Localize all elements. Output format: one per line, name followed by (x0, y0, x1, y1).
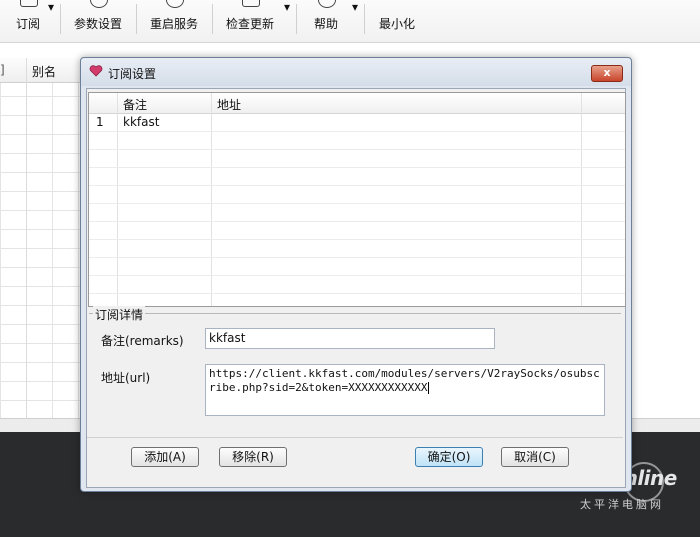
remark-label: 备注(remarks) (101, 334, 184, 348)
help-dropdown-icon[interactable]: ▾ (352, 0, 358, 40)
dialog-title: 订阅设置 (108, 67, 157, 81)
row-divider (89, 275, 625, 276)
toolbar-divider (296, 4, 297, 34)
close-button[interactable]: x (591, 65, 623, 82)
url-field[interactable]: https://client.kkfast.com/modules/server… (205, 364, 605, 416)
minimize-label: 最小化 (378, 17, 415, 31)
help-label: 帮助 (313, 17, 338, 31)
row-divider (89, 131, 625, 132)
row-divider (89, 293, 625, 294)
restart-service-button[interactable]: 重启服务 (146, 0, 202, 40)
main-toolbar: 订阅 ▾ 参数设置 重启服务 检查更新 ▾ 帮助 ▾ 最小化 (0, 0, 700, 43)
settings-button[interactable]: 参数设置 (70, 0, 126, 40)
row-divider (89, 239, 625, 240)
subscribe-button[interactable]: 订阅 (6, 0, 50, 40)
subscription-settings-dialog: 订阅设置 x 备注 地址 1 kkfast 订阅详情 备注(remarks) k… (80, 57, 632, 492)
dialog-titlebar[interactable]: 订阅设置 x (81, 58, 631, 86)
row-remark: kkfast (123, 115, 160, 129)
heart-app-icon (89, 65, 103, 77)
column-alias: 别名 (32, 65, 57, 79)
subscription-list[interactable]: 备注 地址 1 kkfast (88, 92, 626, 307)
help-button[interactable]: 帮助 (304, 0, 348, 40)
group-title: 订阅详情 (93, 306, 146, 323)
server-list[interactable] (0, 58, 82, 418)
column-edge-mark: ] (0, 63, 5, 77)
ok-button[interactable]: 确定(O) (415, 447, 483, 467)
remark-field[interactable]: kkfast (205, 328, 495, 349)
server-list-header: ] 别名 (0, 58, 82, 83)
minimize-button[interactable]: 最小化 (372, 0, 422, 40)
check-update-button[interactable]: 检查更新 (222, 0, 278, 40)
check-update-dropdown-icon[interactable]: ▾ (284, 0, 290, 40)
gear-icon (90, 0, 108, 8)
toolbar-divider (136, 4, 137, 34)
subscribe-dropdown-icon[interactable]: ▾ (48, 0, 54, 40)
row-divider (89, 167, 625, 168)
url-value: https://client.kkfast.com/modules/server… (209, 367, 600, 394)
refresh-icon (166, 0, 184, 8)
footer-divider (87, 437, 623, 438)
download-icon (242, 0, 260, 7)
restart-service-label: 重启服务 (149, 17, 198, 31)
column-address[interactable]: 地址 (217, 96, 241, 113)
dialog-body: 备注 地址 1 kkfast 订阅详情 备注(remarks) kkfast 地… (86, 88, 626, 488)
column-remark[interactable]: 备注 (123, 96, 147, 113)
toolbar-divider (212, 4, 213, 34)
check-update-label: 检查更新 (225, 17, 274, 31)
add-button[interactable]: 添加(A) (131, 447, 199, 467)
row-divider (89, 203, 625, 204)
toolbar-divider (364, 4, 365, 34)
row-index: 1 (96, 115, 104, 129)
row-divider (89, 221, 625, 222)
bookmark-icon (20, 0, 38, 7)
server-list-right-area (630, 58, 700, 418)
subscription-details-group: 订阅详情 备注(remarks) kkfast 地址(url) https://… (89, 306, 621, 432)
url-label: 地址(url) (101, 371, 151, 385)
watermark-subtitle: 太平洋电脑网 (580, 498, 664, 511)
subscription-list-header: 备注 地址 (89, 93, 625, 114)
row-divider (89, 149, 625, 150)
remark-value: kkfast (209, 331, 246, 345)
row-divider (89, 257, 625, 258)
row-divider (89, 185, 625, 186)
settings-label: 参数设置 (73, 17, 122, 31)
subscribe-label: 订阅 (15, 17, 40, 31)
toolbar-divider (60, 4, 61, 34)
remove-button[interactable]: 移除(R) (219, 447, 287, 467)
column-divider (26, 58, 27, 418)
help-icon (318, 0, 336, 8)
cancel-button[interactable]: 取消(C) (501, 447, 569, 467)
text-cursor (427, 382, 429, 394)
